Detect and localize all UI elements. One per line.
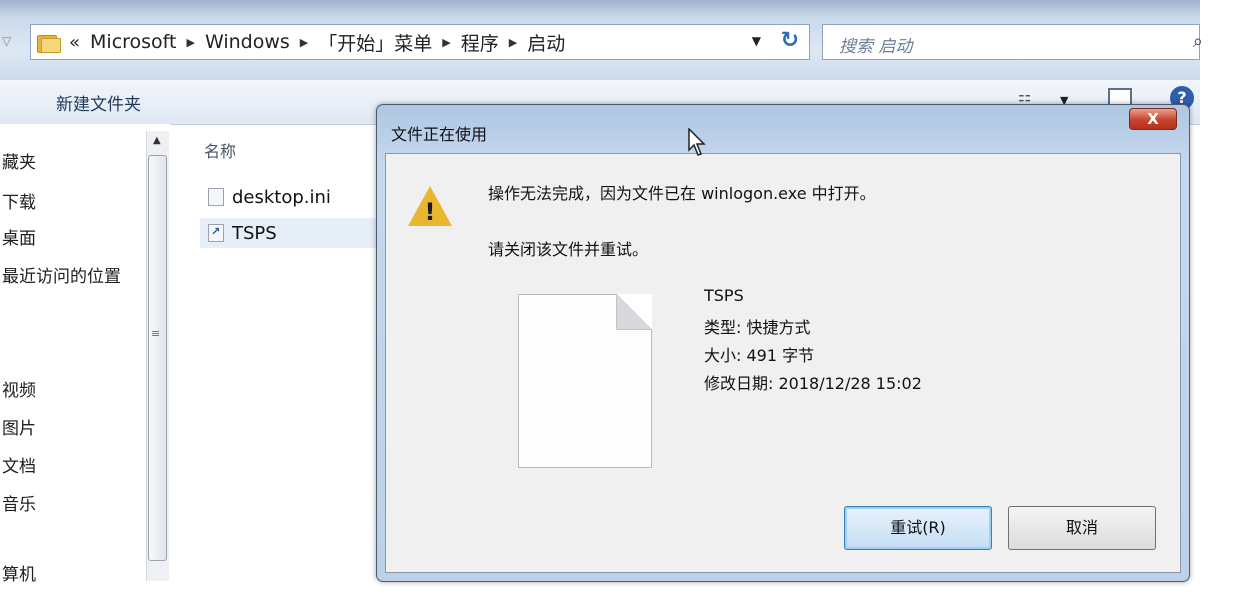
warning-mark: ! bbox=[424, 198, 436, 226]
file-info-size: 大小: 491 字节 bbox=[704, 346, 815, 365]
navigation-pane: 藏夹 下载 桌面 最近访问的位置 视频 图片 文档 音乐 算机 bbox=[0, 124, 170, 600]
crumb-start-menu[interactable]: 「开始」菜单 bbox=[318, 29, 432, 56]
nav-item-documents[interactable]: 文档 bbox=[2, 452, 36, 477]
crumb-programs[interactable]: 程序 bbox=[461, 29, 499, 56]
shortcut-icon bbox=[208, 224, 224, 242]
crumb-microsoft[interactable]: Microsoft bbox=[90, 31, 176, 53]
search-icon[interactable]: ⌕ bbox=[1193, 31, 1203, 52]
crumb-separator-icon[interactable]: ▶ bbox=[509, 36, 517, 49]
nav-item-favorites[interactable]: 藏夹 bbox=[2, 148, 36, 173]
search-placeholder: 搜索 启动 bbox=[839, 37, 913, 57]
crumb-windows[interactable]: Windows bbox=[205, 31, 290, 53]
cancel-button[interactable]: 取消 bbox=[1008, 506, 1156, 550]
close-button[interactable]: X bbox=[1129, 108, 1177, 130]
crumb-separator-icon[interactable]: ▶ bbox=[186, 36, 194, 49]
nav-item-desktop[interactable]: 桌面 bbox=[2, 224, 36, 249]
address-bar-area: ▽ « Microsoft ▶ Windows ▶ 「开始」菜单 ▶ 程序 ▶ … bbox=[0, 0, 1203, 92]
overflow-crumbs-button[interactable]: « bbox=[69, 32, 80, 53]
nav-item-computer[interactable]: 算机 bbox=[2, 560, 36, 585]
retry-instruction: 请关闭该文件并重试。 bbox=[488, 240, 649, 259]
dialog-title: 文件正在使用 bbox=[391, 125, 488, 144]
column-header-name[interactable]: 名称 bbox=[204, 138, 236, 162]
crumb-separator-icon[interactable]: ▶ bbox=[300, 36, 308, 49]
file-in-use-dialog: 文件正在使用 X ! 操作无法完成，因为文件已在 winlogon.exe 中打… bbox=[376, 104, 1190, 582]
new-folder-button[interactable]: 新建文件夹 bbox=[56, 90, 141, 115]
file-info-name: TSPS bbox=[704, 286, 744, 305]
retry-button[interactable]: 重试(R) bbox=[844, 506, 992, 550]
scroll-grip-icon: ≡ bbox=[151, 327, 161, 340]
ini-file-icon bbox=[208, 188, 224, 206]
address-box[interactable]: « Microsoft ▶ Windows ▶ 「开始」菜单 ▶ 程序 ▶ 启动… bbox=[30, 24, 810, 60]
dialog-body: ! 操作无法完成，因为文件已在 winlogon.exe 中打开。 请关闭该文件… bbox=[385, 153, 1181, 573]
scroll-up-icon[interactable]: ▲ bbox=[153, 135, 161, 146]
nav-item-pictures[interactable]: 图片 bbox=[2, 414, 36, 439]
file-row-desktop-ini[interactable]: desktop.ini bbox=[200, 182, 400, 212]
file-thumbnail-icon bbox=[518, 294, 652, 468]
nav-scrollbar[interactable]: ▲ ≡ bbox=[146, 131, 169, 581]
address-dropdown-icon[interactable]: ▼ bbox=[752, 34, 761, 48]
nav-item-music[interactable]: 音乐 bbox=[2, 490, 36, 515]
refresh-icon[interactable]: ↻ bbox=[781, 28, 799, 53]
file-name: desktop.ini bbox=[232, 186, 331, 208]
mouse-cursor-icon bbox=[688, 128, 706, 156]
file-row-tsps[interactable]: TSPS bbox=[200, 218, 400, 248]
crumb-startup[interactable]: 启动 bbox=[527, 29, 565, 56]
file-name: TSPS bbox=[232, 222, 277, 244]
scroll-thumb[interactable] bbox=[148, 155, 167, 561]
file-info-modified: 修改日期: 2018/12/28 15:02 bbox=[704, 374, 922, 393]
nav-item-recent-places[interactable]: 最近访问的位置 bbox=[2, 262, 121, 287]
crumb-separator-icon[interactable]: ▶ bbox=[442, 36, 450, 49]
file-info-type: 类型: 快捷方式 bbox=[704, 318, 811, 337]
nav-item-downloads[interactable]: 下载 bbox=[2, 188, 36, 213]
search-input[interactable]: 搜索 启动 ⌕ bbox=[822, 24, 1203, 60]
error-message: 操作无法完成，因为文件已在 winlogon.exe 中打开。 bbox=[488, 184, 876, 203]
nav-item-videos[interactable]: 视频 bbox=[2, 376, 36, 401]
folder-icon bbox=[37, 33, 61, 53]
nav-history-dropdown[interactable]: ▽ bbox=[2, 34, 11, 48]
